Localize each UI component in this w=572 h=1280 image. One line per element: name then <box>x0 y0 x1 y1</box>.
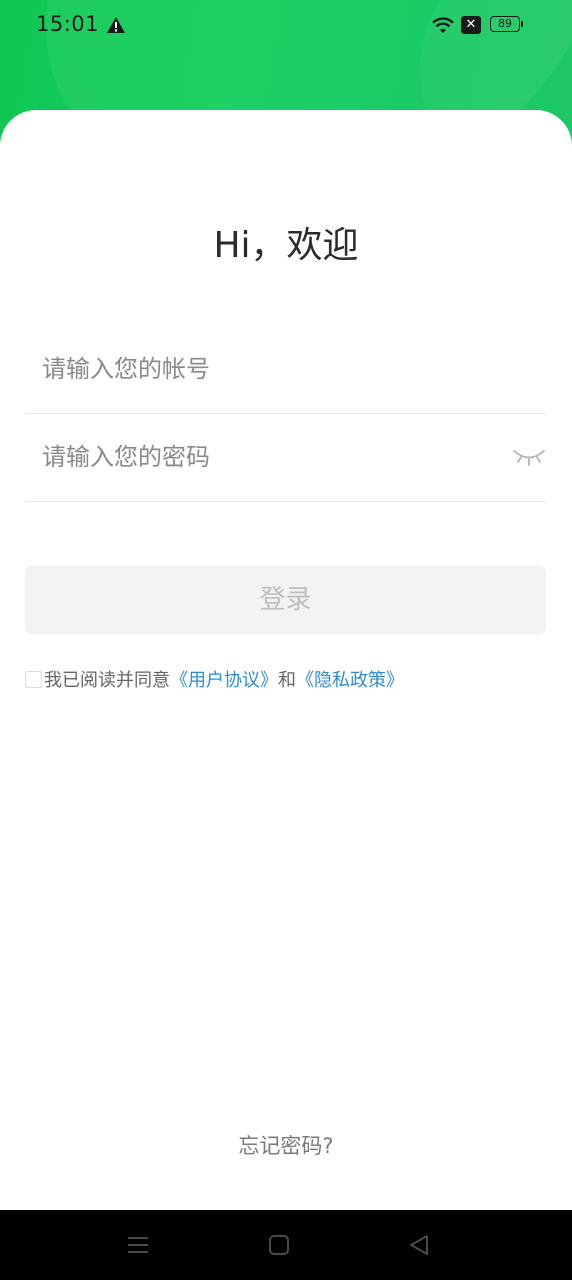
eye-closed-icon[interactable] <box>512 446 546 468</box>
account-input[interactable] <box>42 326 482 412</box>
home-icon[interactable] <box>266 1232 292 1258</box>
greeting-title: Hi，欢迎 <box>213 225 359 266</box>
forgot-password-link[interactable]: 忘记密码? <box>0 1130 572 1160</box>
agreement-checkbox[interactable] <box>25 671 42 688</box>
user-agreement-link[interactable]: 《用户协议》 <box>170 670 278 691</box>
status-time: 15:01 <box>36 12 100 36</box>
menu-icon[interactable] <box>125 1232 151 1258</box>
no-sim-icon: ✕ <box>461 16 481 34</box>
login-card <box>0 110 572 1210</box>
password-input[interactable] <box>42 414 482 500</box>
wifi-icon <box>432 17 454 33</box>
account-field <box>25 326 546 414</box>
back-icon[interactable] <box>406 1232 432 1258</box>
navigation-bar <box>0 1210 572 1280</box>
warning-icon <box>107 17 125 33</box>
password-field <box>25 414 546 502</box>
agreement-row: 我已阅读并同意《用户协议》和《隐私政策》 <box>25 668 404 694</box>
login-button[interactable]: 登录 <box>25 565 546 635</box>
privacy-policy-link[interactable]: 《隐私政策》 <box>296 670 404 691</box>
status-bar: 15:01 ✕ 89 <box>0 0 572 50</box>
battery-icon: 89 <box>490 16 523 32</box>
agreement-conjunction: 和 <box>278 670 296 691</box>
agreement-text: 我已阅读并同意 <box>44 670 170 691</box>
login-screen: 15:01 ✕ 89 Hi，欢迎 登录 我已阅读并同意《用户协议》和《 <box>0 0 572 1280</box>
battery-level: 89 <box>498 17 512 30</box>
